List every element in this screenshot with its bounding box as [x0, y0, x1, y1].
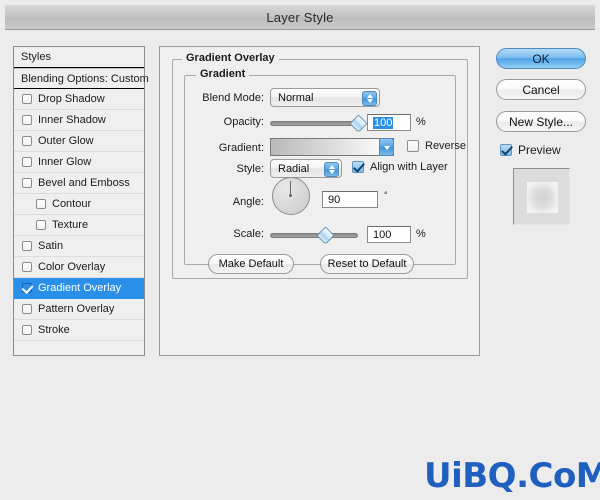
scale-slider-track[interactable]	[270, 233, 358, 238]
sidebar-item-blending-options[interactable]: Blending Options: Custom	[14, 68, 149, 89]
sidebar-item-label: Inner Glow	[38, 156, 92, 168]
opacity-value: 100	[373, 116, 394, 129]
sidebar-item-bevel-and-emboss[interactable]: Bevel and Emboss	[14, 173, 144, 194]
sidebar-item-label: Bevel and Emboss	[38, 177, 130, 189]
reset-to-default-button[interactable]: Reset to Default	[320, 254, 414, 274]
preview-checkbox[interactable]: Preview	[500, 143, 561, 157]
sidebar-item-texture[interactable]: Texture	[14, 215, 144, 236]
sidebar-item-label: Satin	[38, 240, 64, 252]
sidebar-item-outer-glow[interactable]: Outer Glow	[14, 131, 144, 152]
sidebar-item-inner-glow[interactable]: Inner Glow	[14, 152, 144, 173]
checkbox-checked-icon[interactable]	[22, 283, 32, 293]
make-default-button[interactable]: Make Default	[208, 254, 294, 274]
checkbox-icon[interactable]	[36, 220, 46, 230]
gradient-overlay-group-title: Gradient Overlay	[182, 52, 279, 64]
sidebar-item-stroke[interactable]: Stroke	[14, 320, 144, 341]
dialog-title: Layer Style	[266, 9, 334, 25]
gradient-overlay-panel: Gradient Overlay Gradient Blend Mode: No…	[159, 46, 480, 356]
preview-thumbnail	[513, 168, 570, 225]
sidebar-item-label: Drop Shadow	[38, 93, 105, 105]
checkbox-checked-icon	[352, 161, 364, 173]
opacity-slider-track[interactable]	[270, 121, 358, 126]
watermark-text: UiBQ.CoM	[424, 456, 600, 496]
sidebar-item-label: Outer Glow	[38, 135, 94, 147]
sidebar-item-label: Contour	[52, 198, 92, 210]
reverse-checkbox[interactable]: Reverse	[407, 140, 466, 152]
preview-label: Preview	[518, 143, 561, 157]
sidebar-item-inner-shadow[interactable]: Inner Shadow	[14, 110, 144, 131]
gradient-style-select[interactable]: Radial	[270, 159, 342, 178]
sidebar-item-drop-shadow[interactable]: Drop Shadow	[14, 89, 144, 110]
checkbox-icon[interactable]	[22, 136, 32, 146]
scale-unit: %	[416, 228, 426, 240]
gradient-group-title: Gradient	[196, 68, 250, 80]
styles-list-panel[interactable]: Styles Blending Options: Custom Drop Sha…	[13, 46, 149, 356]
ok-button[interactable]: OK	[496, 48, 586, 69]
checkbox-icon[interactable]	[22, 262, 32, 272]
sidebar-item-label: Inner Shadow	[38, 114, 106, 126]
gradient-style-value: Radial	[278, 162, 310, 175]
gradient-swatch[interactable]	[270, 138, 394, 156]
checkbox-icon[interactable]	[22, 325, 32, 335]
blending-options-label: Blending Options: Custom	[21, 72, 149, 85]
checkbox-icon	[407, 140, 419, 152]
angle-value: 90	[328, 193, 341, 206]
sidebar-item-contour[interactable]: Contour	[14, 194, 144, 215]
angle-label: Angle:	[232, 196, 264, 208]
checkbox-icon[interactable]	[22, 115, 32, 125]
checkbox-icon[interactable]	[22, 304, 32, 314]
opacity-input[interactable]: 100	[367, 114, 411, 131]
checkbox-icon[interactable]	[22, 94, 32, 104]
opacity-unit: %	[416, 116, 426, 128]
align-with-layer-checkbox[interactable]: Align with Layer	[352, 161, 448, 173]
scale-value: 100	[373, 228, 392, 241]
checkbox-icon[interactable]	[36, 199, 46, 209]
sidebar-item-label: Texture	[52, 219, 89, 231]
style-label: Style:	[236, 163, 264, 175]
sidebar-item-label: Color Overlay	[38, 261, 106, 273]
gradient-label: Gradient:	[218, 142, 264, 154]
align-with-layer-label: Align with Layer	[370, 161, 448, 173]
sidebar-item-label: Pattern Overlay	[38, 303, 115, 315]
sidebar-item-label: Stroke	[38, 324, 70, 336]
sidebar-item-satin[interactable]: Satin	[14, 236, 144, 257]
dialog-titlebar: Layer Style	[5, 5, 595, 30]
blend-mode-label: Blend Mode:	[202, 92, 264, 104]
scale-input[interactable]: 100	[367, 226, 411, 243]
gradient-preset-chevron-down-icon[interactable]	[379, 138, 394, 156]
sidebar-item-gradient-overlay[interactable]: Gradient Overlay	[14, 278, 144, 299]
reverse-label: Reverse	[425, 140, 466, 152]
styles-header-label: Styles	[21, 51, 51, 63]
blend-mode-select[interactable]: Normal	[270, 88, 380, 107]
checkbox-checked-icon	[500, 144, 512, 156]
sidebar-item-color-overlay[interactable]: Color Overlay	[14, 257, 144, 278]
preview-gradient-swatch	[527, 182, 558, 213]
dial-center-icon	[289, 194, 292, 197]
checkbox-icon[interactable]	[22, 178, 32, 188]
angle-unit: °	[384, 190, 388, 200]
angle-input[interactable]: 90	[322, 191, 378, 208]
new-style-button[interactable]: New Style...	[496, 111, 586, 132]
blend-mode-value: Normal	[278, 91, 314, 104]
opacity-label: Opacity:	[223, 116, 264, 128]
scale-label: Scale:	[233, 228, 264, 240]
layer-style-dialog: Layer Style Styles Blending Options: Cus…	[0, 0, 600, 500]
sidebar-item-pattern-overlay[interactable]: Pattern Overlay	[14, 299, 144, 320]
styles-list-header[interactable]: Styles	[14, 47, 144, 68]
checkbox-icon[interactable]	[22, 241, 32, 251]
chevron-updown-icon[interactable]	[324, 162, 339, 177]
cancel-button[interactable]: Cancel	[496, 79, 586, 100]
chevron-updown-icon[interactable]	[362, 91, 377, 106]
styles-item-container: Drop Shadow Inner Shadow Outer Glow Inner G…	[14, 89, 144, 341]
sidebar-item-label: Gradient Overlay	[38, 282, 122, 294]
angle-dial[interactable]	[272, 177, 310, 215]
checkbox-icon[interactable]	[22, 157, 32, 167]
